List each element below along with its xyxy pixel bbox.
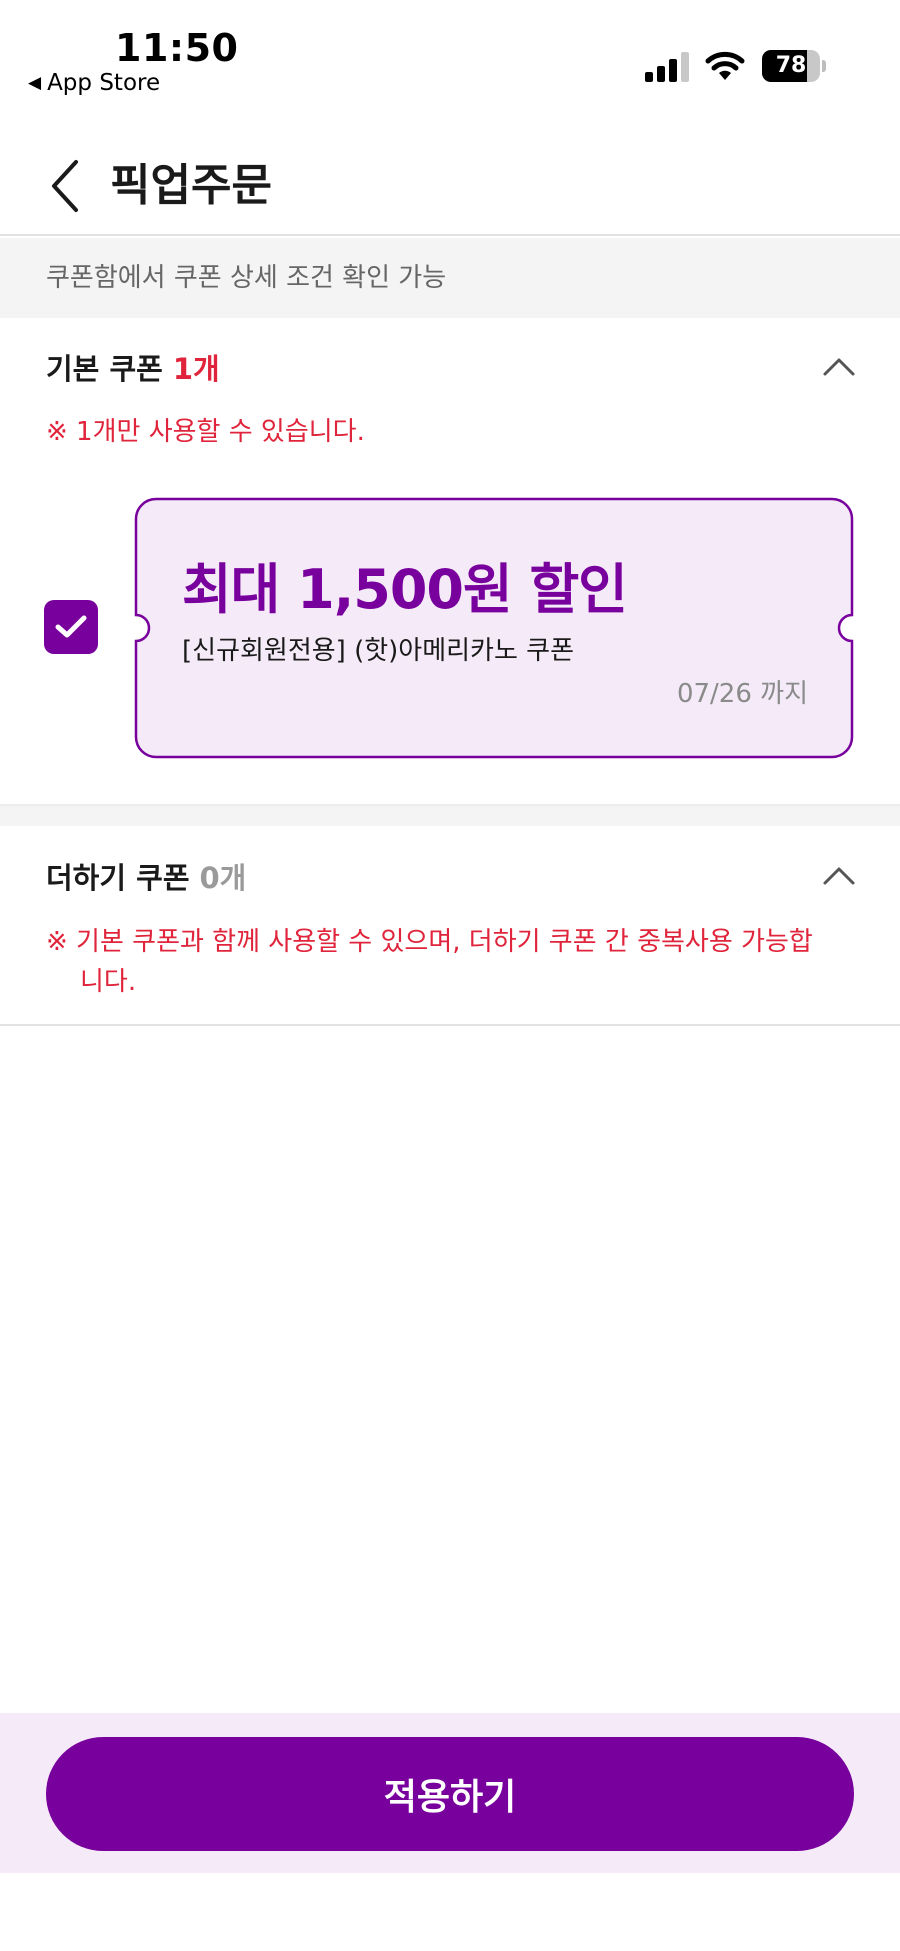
- page-title: 픽업주문: [110, 160, 272, 211]
- coupon-name: [신규회원전용] (핫)아메리카노 쿠폰: [182, 636, 574, 666]
- plus-coupon-label: 더하기 쿠폰: [46, 861, 190, 895]
- plus-coupon-notice: ※ 기본 쿠폰과 함께 사용할 수 있으며, 더하기 쿠폰 간 중복사용 가능합…: [46, 922, 866, 1002]
- back-button[interactable]: [40, 154, 90, 218]
- plus-coupon-count: 0개: [199, 861, 247, 895]
- coupon-card[interactable]: 최대 1,500원 할인 [신규회원전용] (핫)아메리카노 쿠폰 07/26 …: [134, 497, 854, 759]
- collapse-basic-coupon-icon[interactable]: [822, 355, 856, 377]
- back-to-app-link[interactable]: ◀ App Store: [28, 70, 160, 96]
- collapse-plus-coupon-icon[interactable]: [822, 864, 856, 886]
- chevron-left-icon: [52, 160, 78, 212]
- plus-coupon-title: 더하기 쿠폰 0개: [46, 855, 246, 897]
- cellular-signal-icon: [645, 52, 689, 82]
- battery-percent: 78: [775, 53, 807, 78]
- coupon-checkbox[interactable]: [44, 600, 98, 654]
- info-banner: 쿠폰함에서 쿠폰 상세 조건 확인 가능: [0, 238, 900, 318]
- basic-coupon-title: 기본 쿠폰 1개: [46, 346, 220, 388]
- plus-coupon-notice-line2: 니다.: [80, 967, 137, 997]
- coupon-amount: 최대 1,500원 할인: [182, 558, 628, 621]
- check-icon: [55, 615, 87, 638]
- back-triangle-icon: ◀: [28, 73, 42, 93]
- apply-button[interactable]: 적용하기: [46, 1737, 854, 1851]
- info-banner-text: 쿠폰함에서 쿠폰 상세 조건 확인 가능: [46, 263, 447, 293]
- list-bottom-divider: [0, 1024, 900, 1026]
- battery-icon: 78: [762, 50, 826, 82]
- status-time: 11:50: [115, 26, 239, 70]
- coupon-ticket-shape: [134, 497, 854, 759]
- basic-coupon-notice: ※ 1개만 사용할 수 있습니다.: [46, 417, 365, 447]
- coupon-expiry: 07/26 까지: [676, 679, 808, 709]
- back-app-label: App Store: [47, 70, 161, 96]
- bottom-action-bar: 적용하기: [0, 1713, 900, 1873]
- wifi-icon: [705, 51, 745, 80]
- basic-coupon-count: 1개: [172, 352, 220, 386]
- basic-coupon-label: 기본 쿠폰: [46, 352, 163, 386]
- section-divider: [0, 804, 900, 826]
- status-bar: 11:50 ◀ App Store 78: [0, 0, 900, 110]
- page-header: 픽업주문: [0, 140, 900, 236]
- plus-coupon-notice-line1: ※ 기본 쿠폰과 함께 사용할 수 있으며, 더하기 쿠폰 간 중복사용 가능합: [46, 927, 813, 957]
- coupon-select-screen: 11:50 ◀ App Store 78 픽업주문 쿠폰함에서 쿠폰 상세 조건…: [0, 0, 900, 1951]
